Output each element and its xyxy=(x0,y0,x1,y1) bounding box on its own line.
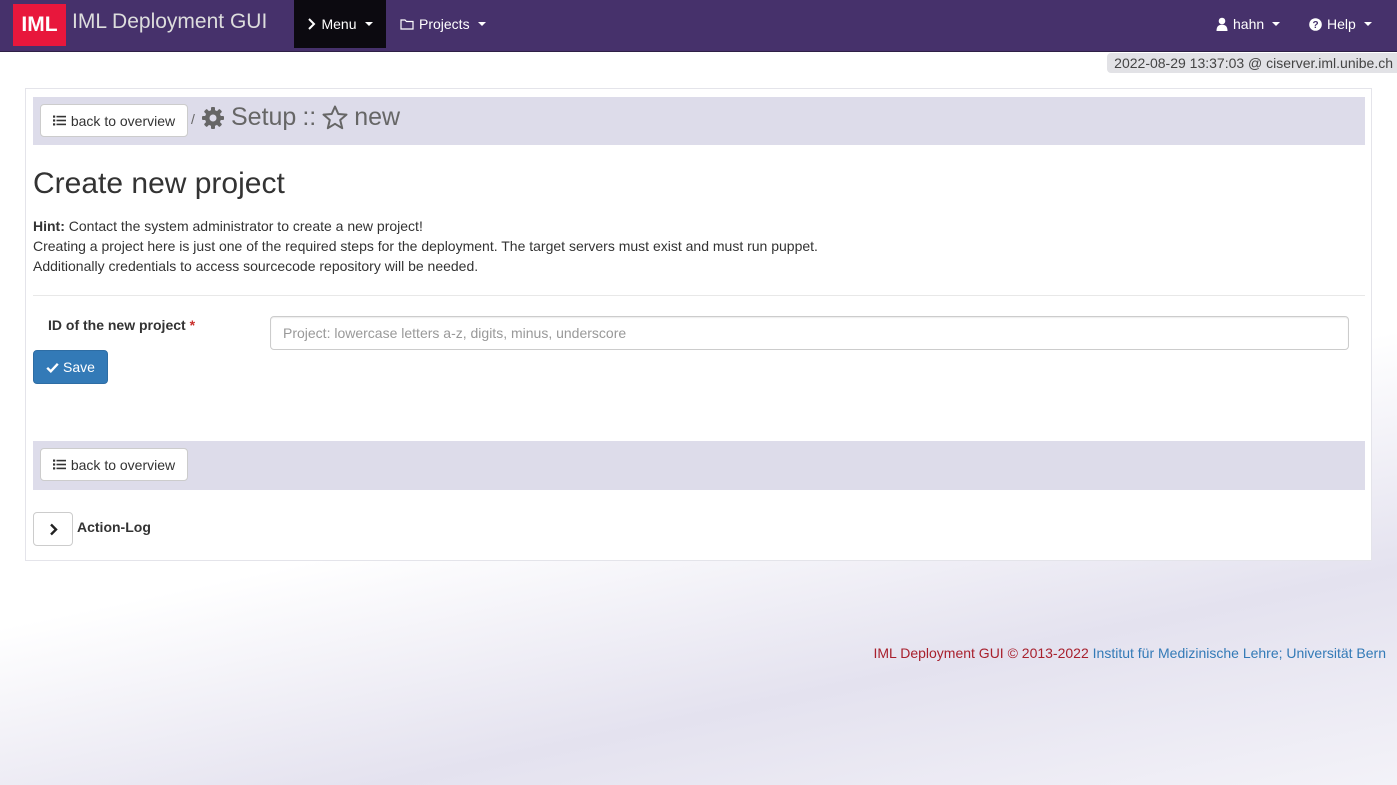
required-marker: * xyxy=(189,317,196,333)
footer-institute-link[interactable]: Institut für Medizinische Lehre; Univers… xyxy=(1093,645,1386,661)
breadcrumb-section: Setup xyxy=(231,103,297,131)
folder-icon xyxy=(400,18,414,30)
chevron-right-icon xyxy=(307,18,316,30)
breadcrumb-divider: :: xyxy=(302,103,317,131)
star-icon xyxy=(322,105,348,130)
iml-logo[interactable]: IML xyxy=(13,4,66,46)
server-timestamp: 2022-08-29 13:37:03 @ ciserver.iml.unibe… xyxy=(1107,53,1397,73)
user-dropdown[interactable]: hahn xyxy=(1216,0,1281,48)
projects-dropdown[interactable]: Projects xyxy=(400,0,486,48)
action-log-label: Action-Log xyxy=(77,519,151,535)
action-log-toggle-button[interactable] xyxy=(33,512,73,546)
caret-down-icon xyxy=(1363,22,1372,26)
help-label: Help xyxy=(1327,16,1356,32)
caret-down-icon xyxy=(1272,22,1281,26)
hint-line-2: Creating a project here is just one of t… xyxy=(33,238,818,254)
list-icon xyxy=(52,459,66,470)
breadcrumb: Setup :: new xyxy=(201,103,400,132)
back-to-overview-button-bottom[interactable]: back to overview xyxy=(40,448,188,481)
bottom-bar: back to overview xyxy=(33,441,1365,490)
check-icon xyxy=(46,362,59,373)
top-navbar: IML IML Deployment GUI Menu Projects hah… xyxy=(0,0,1397,52)
footer-app-text: IML Deployment GUI © 2013-2022 xyxy=(873,645,1089,661)
caret-down-icon xyxy=(364,22,373,26)
help-dropdown[interactable]: ? Help xyxy=(1309,0,1372,48)
hint-line-3: Additionally credentials to access sourc… xyxy=(33,258,479,274)
save-label: Save xyxy=(63,359,95,375)
user-name: hahn xyxy=(1233,16,1265,32)
hint-line-1: Contact the system administrator to crea… xyxy=(68,218,423,234)
breadcrumb-current: new xyxy=(354,103,401,131)
caret-down-icon xyxy=(477,22,486,26)
main-panel: back to overview / Setup :: new Create n… xyxy=(25,88,1372,561)
project-id-label-text: ID of the new project xyxy=(48,317,186,333)
footer: IML Deployment GUI © 2013-2022 Institut … xyxy=(874,645,1387,661)
projects-label: Projects xyxy=(419,16,470,32)
divider xyxy=(33,295,1365,296)
hint-text: Hint: Contact the system administrator t… xyxy=(33,216,818,276)
menu-label: Menu xyxy=(321,16,357,32)
chevron-right-icon xyxy=(49,523,58,536)
gear-icon xyxy=(201,106,225,130)
question-circle-icon: ? xyxy=(1309,17,1322,31)
list-icon xyxy=(52,115,66,126)
project-id-input[interactable] xyxy=(270,316,1349,350)
project-id-label: ID of the new project * xyxy=(48,317,195,333)
back-label: back to overview xyxy=(70,112,176,129)
menu-dropdown[interactable]: Menu xyxy=(294,0,386,48)
back-to-overview-button[interactable]: back to overview xyxy=(40,104,188,137)
back-label: back to overview xyxy=(70,456,176,473)
page-title: Create new project xyxy=(33,167,285,200)
breadcrumb-bar: back to overview / Setup :: new xyxy=(33,97,1365,145)
app-title[interactable]: IML Deployment GUI xyxy=(72,10,267,34)
save-button[interactable]: Save xyxy=(33,350,108,384)
hint-label: Hint: xyxy=(33,218,65,234)
breadcrumb-separator: / xyxy=(191,111,195,127)
user-icon xyxy=(1216,17,1228,31)
svg-text:?: ? xyxy=(1312,20,1318,31)
